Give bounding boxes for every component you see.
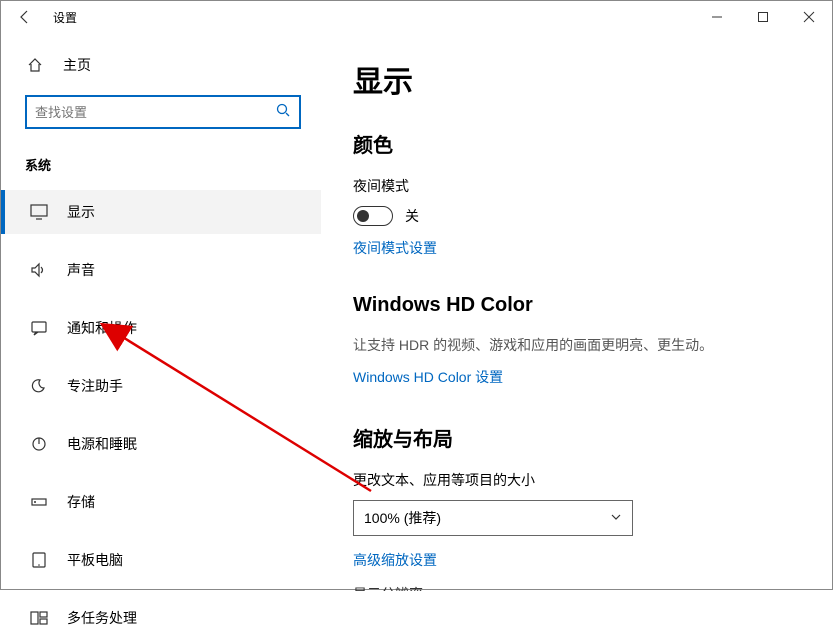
sidebar-item-display[interactable]: 显示	[1, 190, 321, 234]
hdcolor-settings-link[interactable]: Windows HD Color 设置	[353, 367, 503, 387]
moon-icon	[29, 378, 49, 394]
sidebar-item-label: 声音	[67, 260, 95, 280]
dropdown-value: 100% (推荐)	[364, 508, 441, 528]
sidebar-item-notifications[interactable]: 通知和操作	[1, 306, 321, 350]
search-input[interactable]	[35, 105, 275, 120]
sidebar-item-label: 通知和操作	[67, 318, 137, 338]
sidebar-item-label: 专注助手	[67, 376, 123, 396]
night-mode-label: 夜间模式	[353, 176, 800, 196]
page-title: 显示	[353, 57, 800, 101]
window-title: 设置	[53, 9, 77, 26]
sidebar-item-label: 电源和睡眠	[67, 434, 137, 454]
multitask-icon	[29, 610, 49, 626]
maximize-button[interactable]	[740, 1, 786, 33]
night-mode-toggle[interactable]	[353, 206, 393, 226]
storage-icon	[29, 494, 49, 510]
search-icon	[275, 102, 291, 123]
sidebar-item-label: 平板电脑	[67, 550, 123, 570]
hdcolor-desc: 让支持 HDR 的视频、游戏和应用的画面更明亮、更生动。	[353, 335, 800, 355]
scale-dropdown[interactable]: 100% (推荐)	[353, 500, 633, 536]
power-icon	[29, 436, 49, 452]
toggle-state-label: 关	[405, 206, 419, 226]
notification-icon	[29, 320, 49, 336]
section-hdcolor-heading: Windows HD Color	[353, 294, 800, 317]
content-pane: 显示 颜色 夜间模式 关 夜间模式设置 Windows HD Color 让支持…	[321, 33, 832, 591]
advanced-scaling-link[interactable]: 高级缩放设置	[353, 550, 437, 570]
back-button[interactable]	[9, 1, 41, 33]
search-input-container[interactable]	[25, 95, 301, 129]
minimize-button[interactable]	[694, 1, 740, 33]
sidebar-item-sound[interactable]: 声音	[1, 248, 321, 292]
category-header: 系统	[1, 147, 321, 190]
section-color-heading: 颜色	[353, 129, 800, 158]
close-button[interactable]	[786, 1, 832, 33]
sidebar-item-multitask[interactable]: 多任务处理	[1, 596, 321, 640]
night-mode-settings-link[interactable]: 夜间模式设置	[353, 238, 437, 258]
sidebar-item-power[interactable]: 电源和睡眠	[1, 422, 321, 466]
sidebar-item-label: 多任务处理	[67, 608, 137, 628]
speaker-icon	[29, 262, 49, 278]
home-nav[interactable]: 主页	[1, 45, 321, 85]
sidebar-item-focus-assist[interactable]: 专注助手	[1, 364, 321, 408]
monitor-icon	[29, 204, 49, 220]
home-label: 主页	[63, 55, 91, 75]
tablet-icon	[29, 552, 49, 568]
change-text-size-label: 更改文本、应用等项目的大小	[353, 470, 800, 490]
sidebar-item-label: 显示	[67, 202, 95, 222]
section-scale-heading: 缩放与布局	[353, 423, 800, 452]
sidebar-item-tablet[interactable]: 平板电脑	[1, 538, 321, 582]
sidebar-item-storage[interactable]: 存储	[1, 480, 321, 524]
sidebar-item-label: 存储	[67, 492, 95, 512]
home-icon	[25, 57, 45, 73]
chevron-down-icon	[610, 510, 622, 526]
sidebar: 主页 系统 显示 声音 通知	[1, 33, 321, 591]
